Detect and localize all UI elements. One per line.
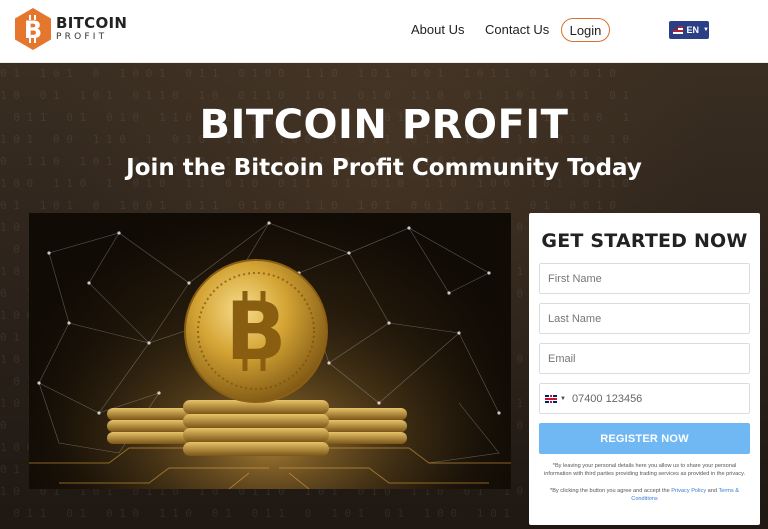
terms-and-text: and — [706, 488, 719, 494]
privacy-policy-link[interactable]: Privacy Policy — [671, 488, 706, 494]
language-code: EN — [686, 25, 700, 35]
login-button[interactable]: Login — [561, 18, 610, 42]
brand-logo[interactable]: B BITCOIN PROFIT — [14, 7, 127, 51]
terms-disclaimer-text: *By clicking the button you agree and ac… — [550, 488, 672, 494]
nav-about-us[interactable]: About Us — [411, 22, 464, 37]
us-flag-icon — [673, 26, 683, 34]
uk-flag-icon[interactable] — [545, 394, 557, 403]
first-name-field[interactable] — [539, 263, 750, 294]
privacy-disclaimer: *By leaving your personal details here y… — [543, 463, 746, 477]
logo-title: BITCOIN — [56, 14, 128, 32]
register-now-button[interactable]: REGISTER NOW — [539, 423, 750, 454]
site-header: B BITCOIN PROFIT About Us Contact Us Log… — [0, 0, 768, 63]
signup-form: GET STARTED NOW ▼ REGISTER NOW *By leavi… — [529, 213, 760, 525]
bitcoin-coin-network-image: B — [29, 213, 511, 489]
last-name-field[interactable] — [539, 303, 750, 334]
logo-subtitle: PROFIT — [56, 32, 108, 42]
svg-text:B: B — [226, 285, 287, 378]
phone-field-group: ▼ — [539, 383, 750, 414]
hero-subtitle: Join the Bitcoin Profit Community Today — [126, 155, 642, 181]
nav-contact-us[interactable]: Contact Us — [485, 22, 549, 37]
terms-disclaimer: *By clicking the button you agree and ac… — [541, 488, 748, 503]
hero-section: 0 1 1 0 1 0 1 0 0 1 0 1 1 0 1 0 0 1 1 0 … — [0, 63, 768, 529]
bitcoin-logo-icon: B — [15, 8, 51, 50]
bitcoin-illustration: B — [29, 213, 511, 489]
form-title: GET STARTED NOW — [541, 230, 748, 252]
chevron-down-icon: ▼ — [703, 27, 709, 33]
hero-title: BITCOIN PROFIT — [199, 102, 569, 148]
email-field[interactable] — [539, 343, 750, 374]
phone-field[interactable] — [571, 392, 722, 405]
chevron-down-icon[interactable]: ▼ — [560, 396, 566, 402]
svg-text:B: B — [24, 16, 42, 44]
language-selector[interactable]: EN ▼ — [669, 21, 709, 39]
